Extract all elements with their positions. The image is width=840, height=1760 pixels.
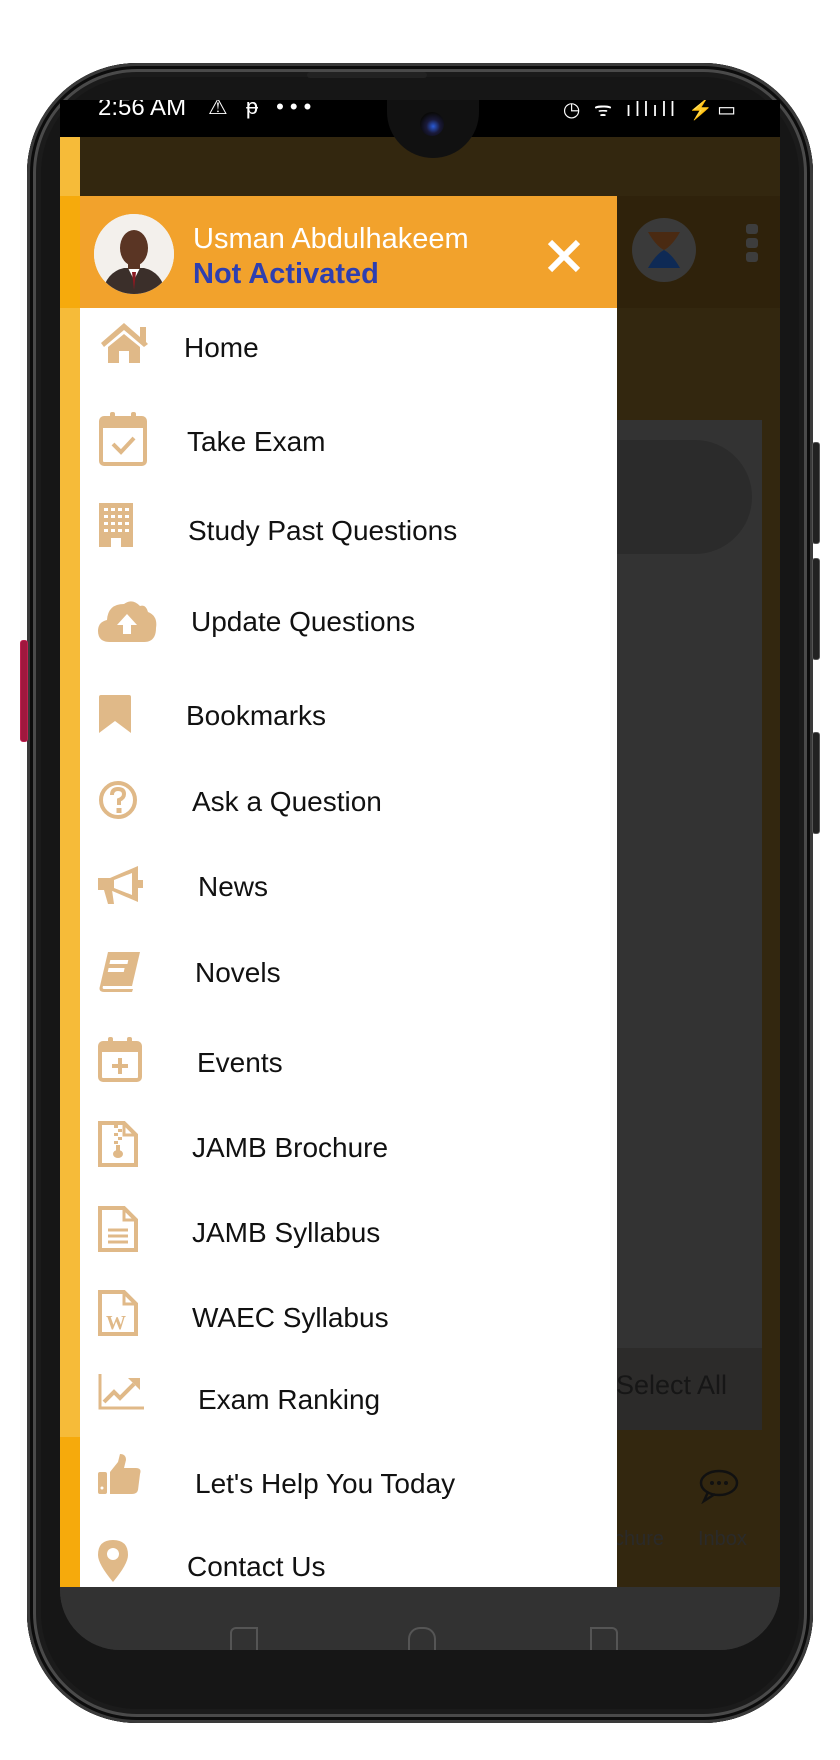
avatar[interactable] xyxy=(94,214,174,294)
system-status-icons: ◷ ᯤ ıllıll ⚡▭ xyxy=(562,100,740,121)
menu-item-bookmarks[interactable]: Bookmarks xyxy=(80,695,617,775)
volume-down-button xyxy=(812,558,820,660)
menu-item-label: Home xyxy=(184,332,259,363)
chart-line-icon xyxy=(98,1374,158,1430)
menu-item-label: Events xyxy=(197,1047,283,1078)
file-zip-icon xyxy=(98,1121,158,1177)
menu-item-label: Novels xyxy=(195,957,281,988)
phone-screen: Select All chure Inbox Usman Abdulhakeem xyxy=(60,100,780,1650)
app-logo-icon[interactable] xyxy=(632,218,696,282)
bottom-nav-brochure-label[interactable]: chure xyxy=(614,1528,664,1551)
menu-item-label: Exam Ranking xyxy=(198,1384,381,1415)
side-button-left xyxy=(20,640,28,742)
menu-item-take-exam[interactable]: Take Exam xyxy=(80,410,617,490)
menu-item-label: News xyxy=(198,871,269,902)
calendar-plus-icon xyxy=(98,1036,158,1092)
content-pill xyxy=(617,440,752,554)
volume-up-button xyxy=(812,442,820,544)
drawer-edge xyxy=(60,137,80,1587)
svg-text:W: W xyxy=(106,1312,126,1334)
megaphone-icon xyxy=(98,866,158,922)
notification-icons: ⚠ ᵽ ••• xyxy=(208,100,318,119)
menu-item-label: Let's Help You Today xyxy=(195,1468,456,1499)
back-nav-icon[interactable] xyxy=(590,1627,618,1650)
book-icon xyxy=(98,952,158,1008)
menu-item-waec-syllabus[interactable]: W WAEC Syllabus xyxy=(80,1290,617,1370)
select-all-button[interactable]: Select All xyxy=(616,1370,727,1401)
menu-item-label: JAMB Syllabus xyxy=(192,1217,381,1248)
menu-item-events[interactable]: Events xyxy=(80,1036,617,1116)
menu-item-update-questions[interactable]: Update Questions xyxy=(80,598,617,678)
status-time: 2:56 AM xyxy=(98,100,187,121)
earpiece-speaker xyxy=(307,72,427,78)
navigation-drawer: Usman Abdulhakeem Not Activated Home Tak… xyxy=(80,196,617,1587)
close-icon[interactable] xyxy=(544,236,584,276)
user-name: Usman Abdulhakeem xyxy=(193,223,469,255)
cloud-upload-icon xyxy=(98,598,158,654)
file-text-icon xyxy=(98,1206,158,1262)
menu-item-label: Study Past Questions xyxy=(188,515,458,546)
account-status: Not Activated xyxy=(193,258,379,290)
system-navigation-bar xyxy=(60,1587,780,1650)
bookmark-icon xyxy=(98,695,158,751)
home-nav-icon[interactable] xyxy=(408,1627,436,1650)
file-word-icon: W xyxy=(98,1290,158,1346)
bottom-nav-inbox-label[interactable]: Inbox xyxy=(698,1528,747,1551)
menu-item-label: Bookmarks xyxy=(186,700,327,731)
menu-item-home[interactable]: Home xyxy=(80,321,617,401)
menu-item-exam-ranking[interactable]: Exam Ranking xyxy=(80,1374,617,1454)
menu-item-news[interactable]: News xyxy=(80,866,617,946)
thumbs-up-icon xyxy=(98,1454,158,1510)
front-camera-icon xyxy=(420,112,444,136)
question-circle-icon xyxy=(98,780,158,836)
menu-item-label: Take Exam xyxy=(187,426,326,457)
menu-item-lets-help-you-today[interactable]: Let's Help You Today xyxy=(80,1454,617,1534)
menu-item-label: Update Questions xyxy=(191,606,416,637)
menu-item-jamb-brochure[interactable]: JAMB Brochure xyxy=(80,1121,617,1201)
menu-item-label: Ask a Question xyxy=(192,786,382,817)
drawer-header: Usman Abdulhakeem Not Activated xyxy=(80,196,617,308)
overflow-menu-icon[interactable] xyxy=(746,224,758,266)
menu-item-ask-a-question[interactable]: Ask a Question xyxy=(80,780,617,860)
recent-apps-icon[interactable] xyxy=(230,1627,258,1650)
chat-bubble-icon[interactable] xyxy=(698,1468,740,1509)
menu-item-label: Contact Us xyxy=(187,1551,326,1582)
menu-item-label: WAEC Syllabus xyxy=(192,1302,389,1333)
map-pin-icon xyxy=(98,1540,158,1587)
power-button xyxy=(812,732,820,834)
content-card xyxy=(617,420,762,1430)
menu-item-label: JAMB Brochure xyxy=(192,1132,389,1163)
menu-item-contact-us[interactable]: Contact Us xyxy=(80,1540,617,1587)
menu-item-jamb-syllabus[interactable]: JAMB Syllabus xyxy=(80,1206,617,1286)
calendar-check-icon xyxy=(98,410,158,466)
menu-item-novels[interactable]: Novels xyxy=(80,952,617,1032)
building-icon xyxy=(98,502,158,558)
home-icon xyxy=(98,321,158,377)
menu-item-study-past-questions[interactable]: Study Past Questions xyxy=(80,502,617,582)
